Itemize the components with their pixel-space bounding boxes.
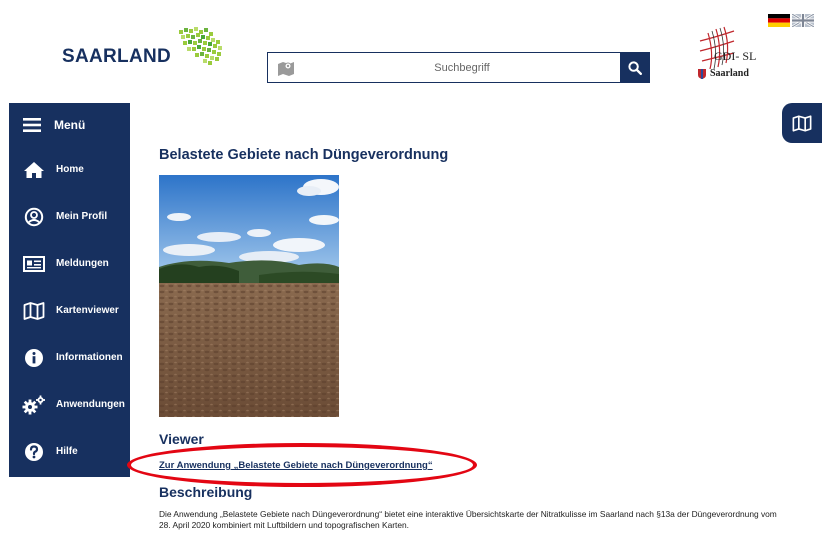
search-button[interactable] [620,52,650,83]
info-icon [22,346,46,370]
german-flag-icon[interactable] [768,14,790,27]
sidebar-item-label: Kartenviewer [56,305,119,316]
sidebar-item-label: Hilfe [56,446,78,457]
sidebar-item-home[interactable]: Home [9,146,130,193]
search-input[interactable] [304,53,620,82]
gdi-sl-title: GDI- SL [714,49,757,63]
saarland-map-logo-icon [179,27,223,65]
gdi-subtitle: Saarland [698,68,749,79]
search-icon [628,60,642,75]
help-icon [22,440,46,464]
sidebar-item-info[interactable]: Informationen [9,334,130,381]
description-text: Die Anwendung „Belastete Gebiete nach Dü… [159,509,777,530]
sidebar-item-profile[interactable]: Mein Profil [9,193,130,240]
sidebar-item-applications[interactable]: Anwendungen [9,381,130,428]
hamburger-icon [20,113,44,137]
field-photo [159,175,339,417]
menu-toggle[interactable]: Menü [9,103,130,146]
map-search-icon[interactable] [268,53,304,82]
saarland-logo[interactable]: SAARLAND [62,27,229,70]
profile-icon [22,205,46,229]
map-viewer-tab[interactable] [782,103,822,143]
description-heading: Beschreibung [159,484,253,500]
menu-label: Menü [54,117,86,132]
sidebar-item-label: Anwendungen [56,399,125,410]
language-switcher [768,14,814,27]
sidebar-item-label: Home [56,164,84,175]
sidebar-item-help[interactable]: Hilfe [9,428,130,475]
sidebar-item-messages[interactable]: Meldungen [9,240,130,287]
application-link[interactable]: Zur Anwendung „Belastete Gebiete nach Dü… [159,460,433,471]
page-title: Belastete Gebiete nach Düngeverordnung [159,147,449,163]
messages-icon [22,252,46,276]
gears-icon [22,393,46,417]
home-icon [22,158,46,182]
search-bar [267,52,650,83]
map-icon [22,299,46,323]
sidebar-item-label: Meldungen [56,258,109,269]
sidebar-item-label: Mein Profil [56,211,108,222]
sidebar-item-mapviewer[interactable]: Kartenviewer [9,287,130,334]
viewer-heading: Viewer [159,431,204,447]
sidebar-item-label: Informationen [56,352,123,363]
logo-text: SAARLAND [62,46,172,67]
sidebar-nav: Menü Home Mein Profil Meldungen Kartenvi… [9,103,130,477]
uk-flag-icon[interactable] [792,14,814,27]
map-icon [792,114,812,132]
gdi-subtitle-text: Saarland [710,68,749,79]
saarland-coat-of-arms-icon [698,68,706,79]
